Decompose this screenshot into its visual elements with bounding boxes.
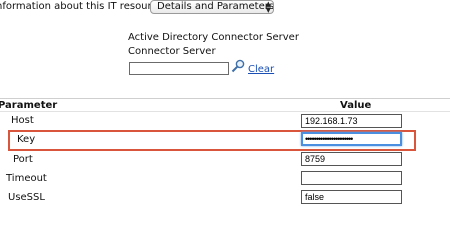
port-field[interactable] [301,152,402,166]
timeout-field[interactable] [301,171,402,185]
connector-server-title: Active Directory Connector Server [128,32,299,43]
value-column-header: Value [340,100,372,111]
host-field[interactable] [301,114,402,128]
key-label: Key [17,134,36,145]
connector-server-input[interactable] [129,62,229,75]
it-resource-info-label: nformation about this IT resource : [0,1,170,12]
select-value: Details and Parameters [157,1,274,12]
clear-link[interactable]: Clear [248,64,274,75]
host-label: Host [11,115,34,126]
port-label: Port [13,154,33,165]
table-top-divider [0,98,450,99]
select-arrows-icon: ▲ ▼ [265,0,271,14]
details-parameters-select[interactable]: Details and Parameters ▲ ▼ [150,0,274,14]
table-header-divider [0,111,450,112]
timeout-label: Timeout [6,173,47,184]
usessl-label: UseSSL [8,192,45,203]
key-field[interactable] [301,132,402,146]
search-icon[interactable] [231,59,245,73]
usessl-field[interactable] [301,190,402,204]
connector-server-label: Connector Server [128,46,216,57]
parameter-column-header: Parameter [0,100,58,111]
